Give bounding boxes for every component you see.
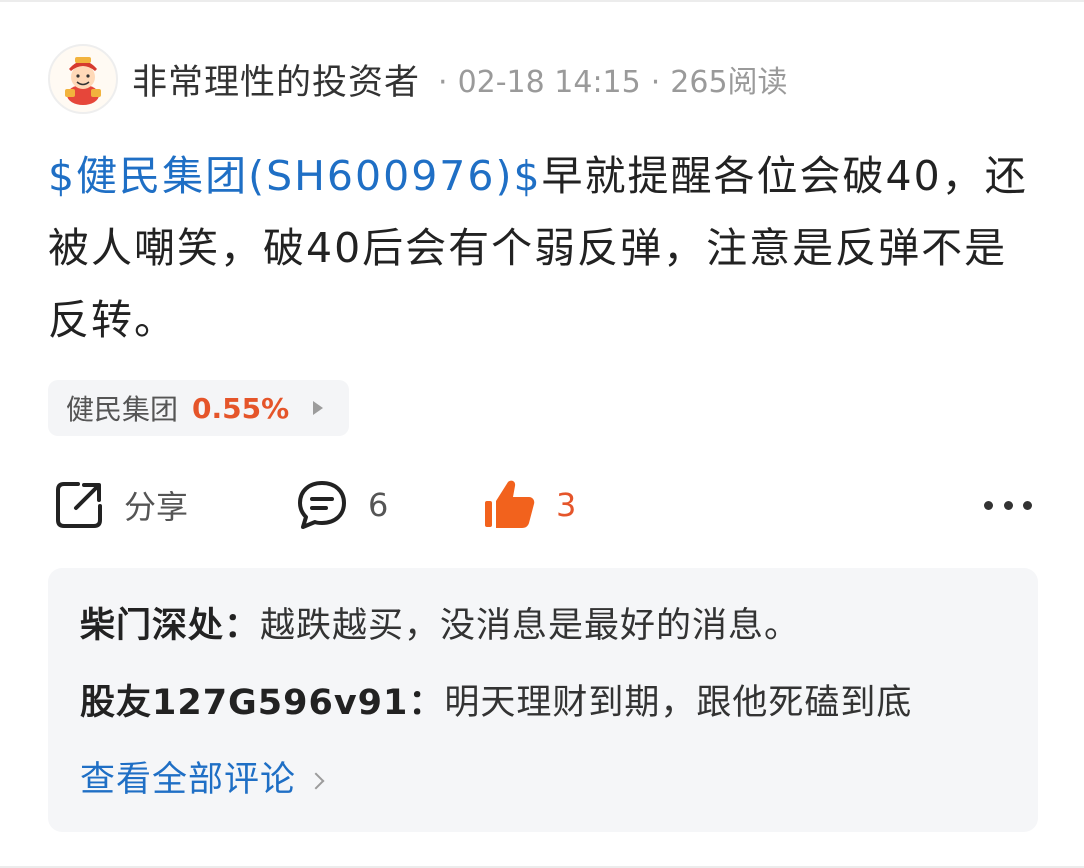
like-count: 3 <box>556 486 577 524</box>
like-button[interactable]: 3 <box>482 472 576 538</box>
share-label: 分享 <box>124 488 189 526</box>
comment-text: 越跌越买，没消息是最好的消息。 <box>260 606 801 646</box>
comment-author[interactable]: 股友127G596v91： <box>80 683 444 723</box>
view-all-comments-link[interactable]: 查看全部评论 <box>80 742 1038 819</box>
stock-chip[interactable]: 健民集团 0.55% <box>48 380 350 436</box>
view-all-comments-label: 查看全部评论 <box>80 760 297 800</box>
play-arrow-icon <box>313 401 324 415</box>
comment-item[interactable]: 股友127G596v91：明天理财到期，跟他死磕到底 <box>80 665 1038 742</box>
more-dot-icon <box>984 500 993 510</box>
post-meta: · 02-18 14:15 · 265阅读 <box>428 57 788 101</box>
comment-author[interactable]: 柴门深处： <box>80 606 260 646</box>
fortune-god-avatar-icon <box>65 57 101 105</box>
stock-chip-name: 健民集团 <box>66 393 179 426</box>
separator-dot: · <box>438 65 448 100</box>
comment-text: 明天理财到期，跟他死磕到底 <box>444 683 913 723</box>
comment-button[interactable]: 6 <box>294 472 388 538</box>
avatar[interactable] <box>48 44 118 114</box>
thumbs-up-icon <box>485 480 535 528</box>
share-icon <box>56 482 102 528</box>
comment-preview-box: 柴门深处：越跌越买，没消息是最好的消息。 股友127G596v91：明天理财到期… <box>48 568 1038 832</box>
comment-item[interactable]: 柴门深处：越跌越买，没消息是最好的消息。 <box>80 588 1038 665</box>
share-button[interactable]: 分享 <box>52 472 188 538</box>
action-bar: 分享 6 3 <box>52 472 1032 538</box>
separator-dot: · <box>650 65 661 100</box>
read-count: 265阅读 <box>670 65 788 100</box>
more-options-button[interactable] <box>984 490 1032 520</box>
author-name[interactable]: 非常理性的投资者 <box>132 54 420 105</box>
more-dot-icon <box>1003 500 1013 510</box>
post-date: 02-18 14:15 <box>457 65 641 100</box>
more-dot-icon <box>1023 500 1032 510</box>
comment-bubble-icon <box>298 481 346 529</box>
chevron-right-icon <box>307 772 325 789</box>
stock-chip-change: 0.55% <box>192 391 290 425</box>
comment-count: 6 <box>368 486 389 524</box>
stock-mention-link[interactable]: $健民集团(SH600976)$ <box>48 152 542 200</box>
post-card: 非常理性的投资者 · 02-18 14:15 · 265阅读 $健民集团(SH6009… <box>0 0 1084 868</box>
post-body: $健民集团(SH600976)$早就提醒各位会破40，还被人嘲笑，破40后会有个… <box>48 140 1038 356</box>
post-header: 非常理性的投资者 · 02-18 14:15 · 265阅读 <box>48 44 788 114</box>
